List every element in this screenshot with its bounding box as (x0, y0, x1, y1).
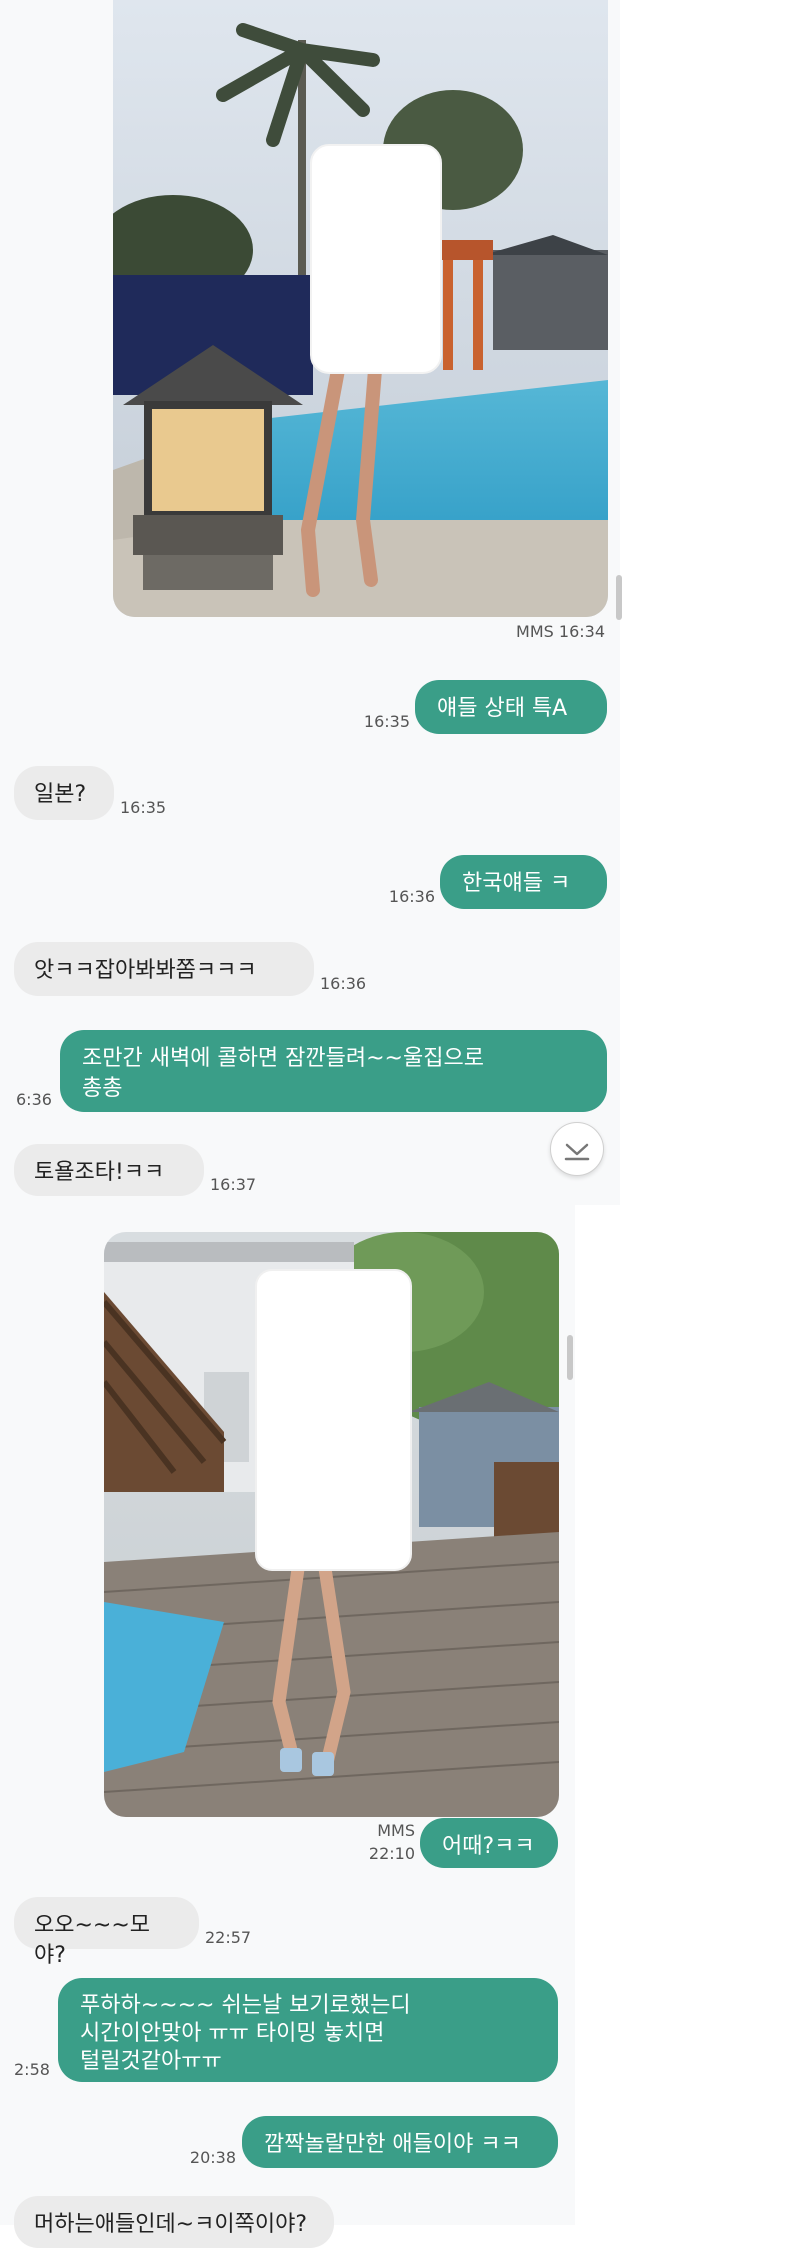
scrollbar-thumb-1[interactable] (616, 575, 622, 620)
message-time: 22:57 (205, 1928, 252, 1947)
message-time: 20:38 (189, 2148, 236, 2167)
message-time: 16:37 (210, 1175, 257, 1194)
message-bubble-out[interactable]: 어때?ㅋㅋ (420, 1818, 558, 1868)
message-time: 2:58 (14, 2060, 50, 2079)
message-bubble-in[interactable]: 토욜조타!ㅋㅋ (14, 1144, 204, 1196)
chevron-down-icon (564, 1143, 590, 1161)
message-time: 16:36 (388, 887, 435, 906)
message-bubble-in[interactable]: 일본? (14, 766, 114, 820)
message-time: 16:36 (320, 974, 367, 993)
message-bubble-out[interactable]: 푸하하~~~~ 쉬는날 보기로했는디 시간이안맞아 ㅠㅠ 타이밍 놓치면 털릴것… (58, 1978, 558, 2082)
deck-photo-image (104, 1232, 559, 1817)
mms-photo-1[interactable] (113, 0, 608, 617)
message-bubble-in[interactable]: 오오~~~모야? (14, 1897, 199, 1968)
message-bubble-out[interactable]: 얘들 상태 특A (415, 680, 607, 734)
message-time: 16:35 (363, 712, 410, 731)
scrollbar-thumb-2[interactable] (567, 1335, 573, 1380)
message-time: 6:36 (16, 1090, 52, 1109)
photo-2-meta-label: MMS (377, 1821, 415, 1840)
message-bubble-in[interactable]: 앗ㅋㅋ잡아봐봐쫌ㅋㅋㅋ (14, 942, 314, 996)
message-bubble-out[interactable]: 조만간 새벽에 콜하면 잠깐들려~~울집으로 총총 (60, 1030, 607, 1112)
message-time: 16:35 (120, 798, 167, 817)
message-bubble-out[interactable]: 깜짝놀랄만한 애들이야 ㅋㅋ (242, 2116, 558, 2168)
photo-1-meta: MMS 16:34 (516, 622, 605, 641)
message-bubble-in[interactable]: 머하는애들인데~ㅋ이쪽이야? (14, 2196, 334, 2248)
message-bubble-out[interactable]: 한국얘들 ㅋ (440, 855, 607, 909)
photo-2-meta-time: 22:10 (368, 1844, 415, 1863)
mms-photo-2[interactable] (104, 1232, 559, 1817)
pool-photo-image (113, 0, 608, 617)
scroll-down-button[interactable] (550, 1122, 604, 1176)
